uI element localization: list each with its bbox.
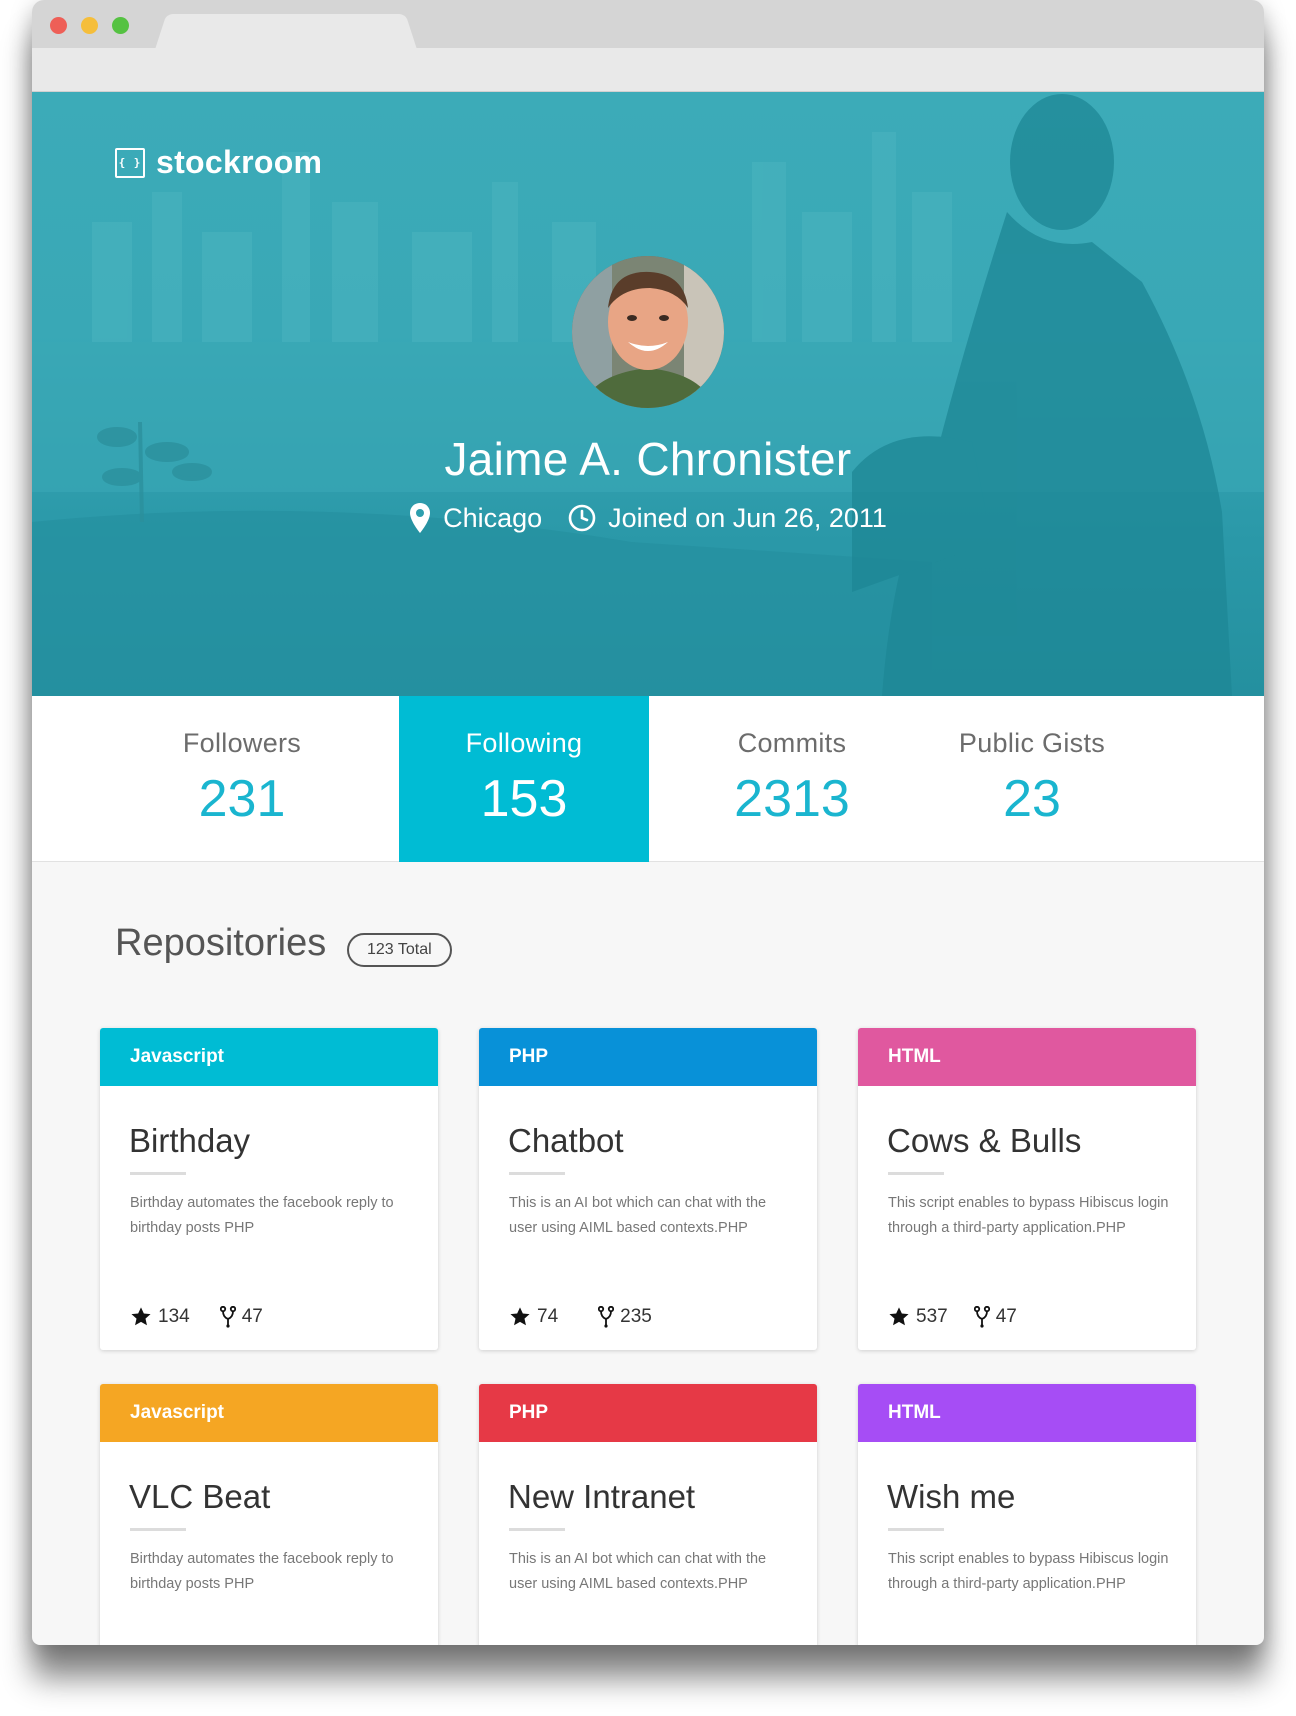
repo-card[interactable]: PHP New Intranet This is an AI bot which…: [479, 1384, 817, 1645]
repo-description: This is an AI bot which can chat with th…: [509, 1195, 767, 1236]
stat-following[interactable]: Following 153: [399, 696, 649, 862]
repo-name[interactable]: New Intranet: [508, 1478, 817, 1516]
star-icon: [510, 1307, 530, 1326]
repo-stars: 74: [509, 1306, 558, 1328]
stat-label: Commits: [737, 728, 847, 758]
divider: [130, 1528, 186, 1531]
joined-date: Joined on Jun 26, 2011: [568, 503, 887, 534]
repo-stars: 134: [130, 1306, 190, 1328]
repo-footer: 134 47: [130, 1306, 263, 1328]
repo-language: PHP: [479, 1028, 817, 1086]
fork-icon: [219, 1306, 236, 1328]
repo-description: This is an AI bot which can chat with th…: [509, 1551, 767, 1592]
joined-text: Joined on Jun 26, 2011: [608, 502, 887, 533]
stat-commits[interactable]: Commits 2313: [667, 696, 917, 862]
stat-public-gists[interactable]: Public Gists 23: [912, 696, 1152, 862]
stars-count: 134: [158, 1306, 190, 1327]
repo-language: HTML: [858, 1384, 1196, 1442]
browser-tab[interactable]: [170, 14, 402, 48]
repo-footer: 537 47: [888, 1306, 1017, 1328]
profile-stats: Followers 231 Following 153 Commits 2313…: [32, 696, 1264, 862]
divider: [509, 1528, 565, 1531]
stockroom-logo[interactable]: { } stockroom: [115, 144, 322, 181]
forks-count: 47: [241, 1306, 263, 1327]
divider: [888, 1172, 944, 1175]
repo-card[interactable]: PHP Chatbot This is an AI bot which can …: [479, 1028, 817, 1350]
stars-count: 537: [916, 1306, 948, 1327]
braces-logo-icon: { }: [115, 147, 145, 178]
profile-name: Jaime A. Chronister: [444, 433, 852, 485]
repo-name[interactable]: Chatbot: [508, 1122, 817, 1160]
repo-description: Birthday automates the facebook reply to…: [130, 1551, 394, 1592]
stat-value: 2313: [734, 770, 850, 828]
repo-name[interactable]: VLC Beat: [129, 1478, 438, 1516]
repo-language: Javascript: [100, 1384, 438, 1442]
star-icon: [131, 1307, 151, 1326]
clock-icon: [568, 504, 596, 532]
profile-meta: Chicago Joined on Jun 26, 2011: [32, 502, 1264, 534]
repo-card[interactable]: HTML Cows & Bulls This script enables to…: [858, 1028, 1196, 1350]
repo-description: Birthday automates the facebook reply to…: [130, 1195, 394, 1236]
browser-window: { } stockroom Jaime A. Chronister Chicag…: [32, 0, 1264, 1645]
fork-icon: [598, 1306, 615, 1328]
divider: [130, 1172, 186, 1175]
fork-icon: [973, 1306, 990, 1328]
brand-name: stockroom: [156, 144, 323, 180]
maximize-window-button[interactable]: [112, 17, 129, 34]
close-window-button[interactable]: [50, 17, 67, 34]
repo-name[interactable]: Birthday: [129, 1122, 438, 1160]
repo-forks: 47: [219, 1306, 263, 1328]
location: Chicago: [409, 502, 542, 534]
forks-count: 47: [995, 1306, 1017, 1327]
repo-name[interactable]: Cows & Bulls: [887, 1122, 1196, 1160]
divider: [888, 1528, 944, 1531]
repositories-total-badge: 123 Total: [347, 933, 452, 967]
stat-value: 231: [198, 770, 286, 828]
repo-language: PHP: [479, 1384, 817, 1442]
stars-count: 74: [537, 1306, 559, 1327]
stat-label: Followers: [182, 728, 302, 758]
repo-name[interactable]: Wish me: [887, 1478, 1196, 1516]
stat-value: 23: [1003, 770, 1061, 828]
profile-hero: { } stockroom Jaime A. Chronister Chicag…: [32, 92, 1264, 696]
stat-label: Public Gists: [958, 728, 1106, 758]
repo-forks: 235: [598, 1306, 652, 1328]
repo-description: This script enables to bypass Hibiscus l…: [888, 1551, 1169, 1592]
repo-stars: 537: [888, 1306, 948, 1328]
repo-language: HTML: [858, 1028, 1196, 1086]
location-text: Chicago: [443, 502, 543, 533]
repo-card[interactable]: Javascript Birthday Birthday automates t…: [100, 1028, 438, 1350]
forks-count: 235: [620, 1306, 652, 1327]
avatar[interactable]: [572, 256, 724, 408]
repo-card[interactable]: HTML Wish me This script enables to bypa…: [858, 1384, 1196, 1645]
repositories-heading: Repositories: [115, 922, 327, 964]
repo-language: Javascript: [100, 1028, 438, 1086]
repo-card[interactable]: Javascript VLC Beat Birthday automates t…: [100, 1384, 438, 1645]
avatar-photo: [572, 256, 724, 408]
stat-followers[interactable]: Followers 231: [122, 696, 362, 862]
stat-value: 153: [480, 770, 568, 828]
star-icon: [889, 1307, 909, 1326]
divider: [509, 1172, 565, 1175]
browser-titlebar: [32, 0, 1264, 48]
stat-label: Following: [465, 728, 583, 758]
repo-description: This script enables to bypass Hibiscus l…: [888, 1195, 1169, 1236]
minimize-window-button[interactable]: [81, 17, 98, 34]
repo-forks: 47: [973, 1306, 1017, 1328]
location-pin-icon: [410, 503, 431, 533]
browser-toolbar: [32, 48, 1264, 92]
repo-footer: 74 235: [509, 1306, 652, 1328]
